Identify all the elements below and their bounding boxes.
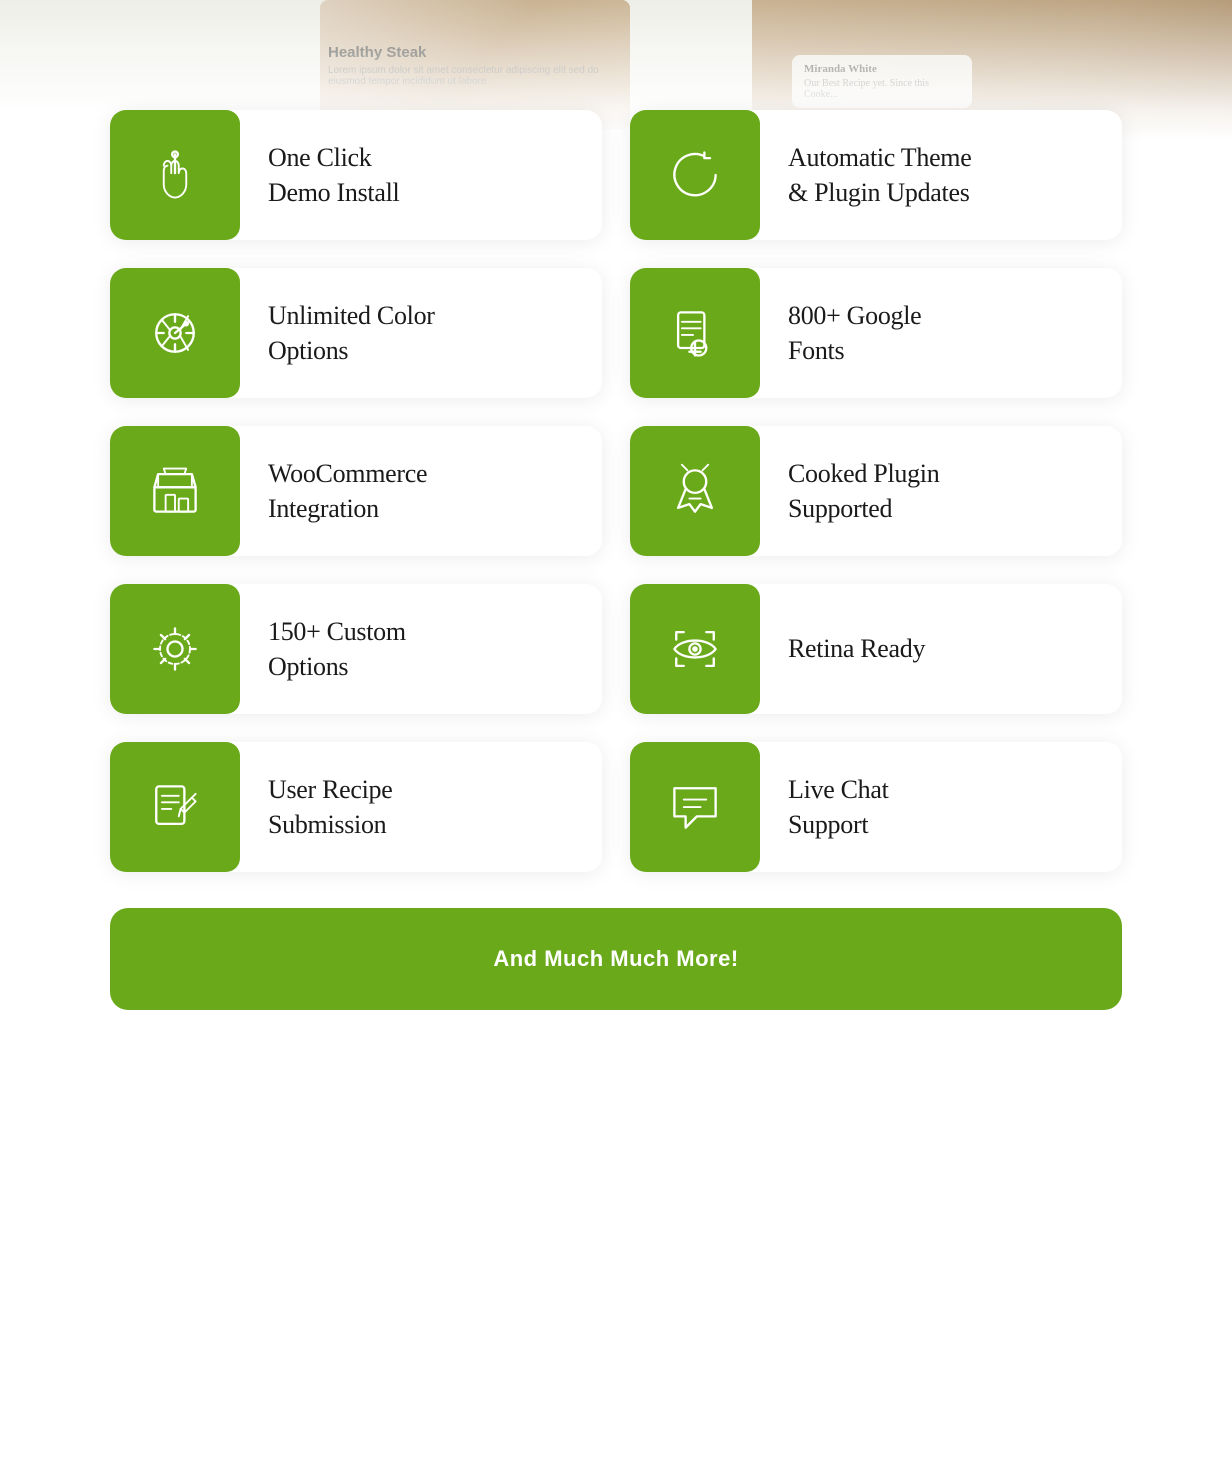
feature-text-live-chat: Live Chat Support xyxy=(760,752,917,862)
recipe-book-icon xyxy=(665,303,725,363)
feature-text-cooked-plugin: Cooked Plugin Supported xyxy=(760,436,967,546)
more-button-wrap: And Much Much More! xyxy=(110,908,1122,1010)
feature-text-woocommerce: WooCommerce Integration xyxy=(240,436,455,546)
feature-icon-wrap-cooked-plugin xyxy=(630,426,760,556)
settings-icon xyxy=(145,619,205,679)
feature-card-recipe-submission: User Recipe Submission xyxy=(110,742,602,872)
feature-icon-wrap-color-options xyxy=(110,268,240,398)
feature-icon-wrap-retina xyxy=(630,584,760,714)
feature-card-color-options: Unlimited Color Options xyxy=(110,268,602,398)
color-wheel-icon xyxy=(145,303,205,363)
store-icon xyxy=(145,461,205,521)
chef-icon xyxy=(665,461,725,521)
feature-card-cooked-plugin: Cooked Plugin Supported xyxy=(630,426,1122,556)
refresh-icon xyxy=(665,145,725,205)
feature-card-custom-options: 150+ Custom Options xyxy=(110,584,602,714)
feature-text-one-click-demo: One Click Demo Install xyxy=(240,120,427,230)
more-button[interactable]: And Much Much More! xyxy=(110,908,1122,1010)
feature-card-auto-updates: Automatic Theme & Plugin Updates xyxy=(630,110,1122,240)
eye-scan-icon xyxy=(665,619,725,679)
feature-text-custom-options: 150+ Custom Options xyxy=(240,594,434,704)
feature-icon-wrap-auto-updates xyxy=(630,110,760,240)
feature-card-google-fonts: 800+ Google Fonts xyxy=(630,268,1122,398)
feature-text-retina: Retina Ready xyxy=(760,611,953,686)
feature-icon-wrap-live-chat xyxy=(630,742,760,872)
hand-pointer-icon xyxy=(145,145,205,205)
feature-card-one-click-demo: One Click Demo Install xyxy=(110,110,602,240)
chat-icon xyxy=(665,777,725,837)
feature-icon-wrap-one-click-demo xyxy=(110,110,240,240)
feature-card-retina: Retina Ready xyxy=(630,584,1122,714)
recipe-submit-icon xyxy=(145,777,205,837)
feature-card-live-chat: Live Chat Support xyxy=(630,742,1122,872)
feature-text-auto-updates: Automatic Theme & Plugin Updates xyxy=(760,120,999,230)
feature-icon-wrap-recipe-submission xyxy=(110,742,240,872)
feature-text-google-fonts: 800+ Google Fonts xyxy=(760,278,949,388)
feature-icon-wrap-google-fonts xyxy=(630,268,760,398)
feature-text-color-options: Unlimited Color Options xyxy=(240,278,463,388)
feature-icon-wrap-custom-options xyxy=(110,584,240,714)
feature-icon-wrap-woocommerce xyxy=(110,426,240,556)
features-grid: One Click Demo Install Automatic Theme &… xyxy=(110,110,1122,872)
feature-card-woocommerce: WooCommerce Integration xyxy=(110,426,602,556)
feature-text-recipe-submission: User Recipe Submission xyxy=(240,752,420,862)
